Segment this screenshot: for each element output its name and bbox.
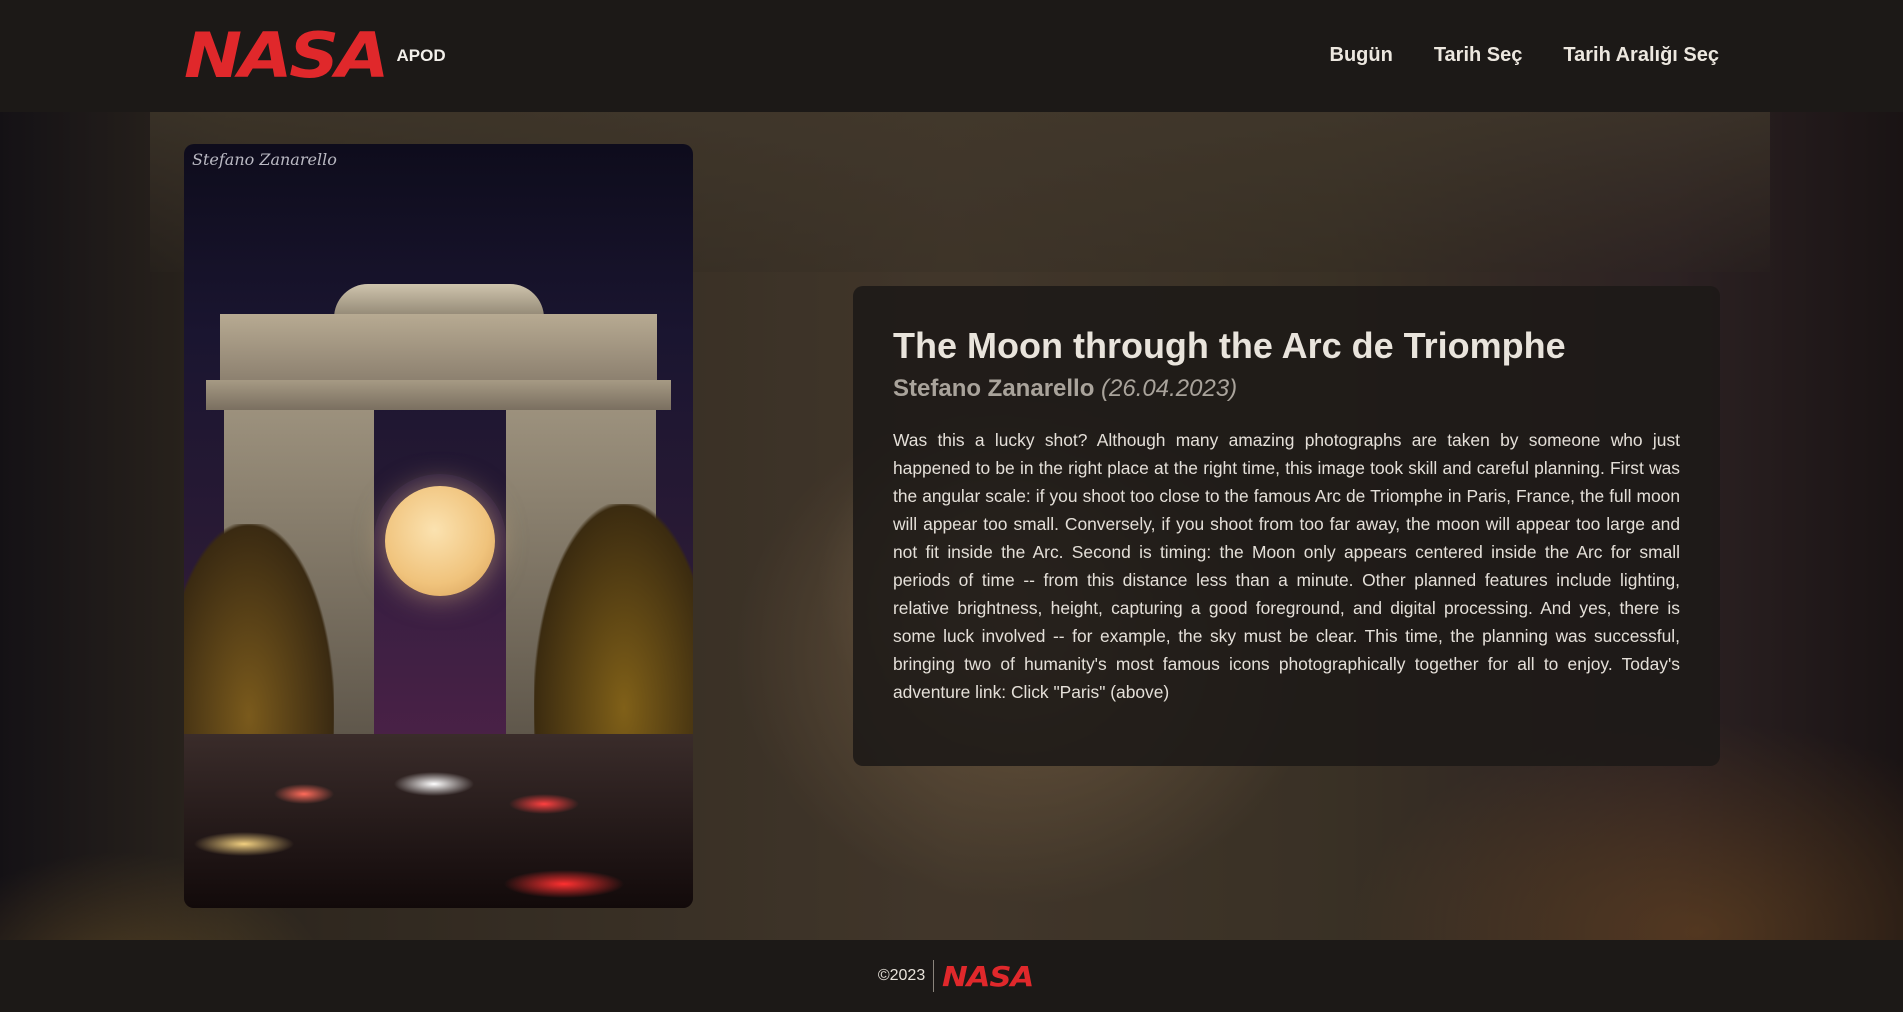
copyright-text: ©2023 bbox=[877, 967, 926, 984]
nasa-logo: NASA bbox=[184, 19, 390, 92]
photographer-signature: Stefano Zanarello bbox=[192, 150, 337, 169]
apod-label: APOD bbox=[396, 46, 446, 65]
nav-today[interactable]: Bugün bbox=[1330, 44, 1393, 67]
street-traffic bbox=[184, 734, 693, 908]
footer-nasa-logo[interactable]: NASA bbox=[942, 960, 1034, 993]
apod-title: The Moon through the Arc de Triomphe bbox=[893, 325, 1566, 366]
page-footer: ©2023 NASA bbox=[0, 940, 1903, 1012]
nav-pick-date-range[interactable]: Tarih Aralığı Seç bbox=[1563, 44, 1719, 67]
arch-top bbox=[220, 314, 657, 380]
logo-link[interactable]: NASA APOD bbox=[184, 19, 446, 92]
top-header: NASA APOD Bugün Tarih Seç Tarih Aralığı … bbox=[0, 0, 1903, 112]
moon bbox=[385, 486, 495, 596]
arch-cornice bbox=[206, 380, 671, 410]
footer-divider bbox=[933, 960, 935, 992]
apod-author: Stefano Zanarello bbox=[893, 375, 1095, 402]
apod-credit: Stefano Zanarello (26.04.2023) bbox=[893, 374, 1680, 404]
main-nav: Bugün Tarih Seç Tarih Aralığı Seç bbox=[1330, 44, 1719, 67]
arch-attic bbox=[334, 284, 544, 318]
apod-explanation: Was this a lucky shot? Although many ama… bbox=[893, 430, 1680, 702]
apod-date: (26.04.2023) bbox=[1101, 375, 1238, 402]
apod-info-card: The Moon through the Arc de Triomphe Ste… bbox=[853, 286, 1720, 766]
apod-image[interactable]: Stefano Zanarello bbox=[184, 144, 693, 908]
nav-pick-date[interactable]: Tarih Seç bbox=[1434, 44, 1523, 67]
